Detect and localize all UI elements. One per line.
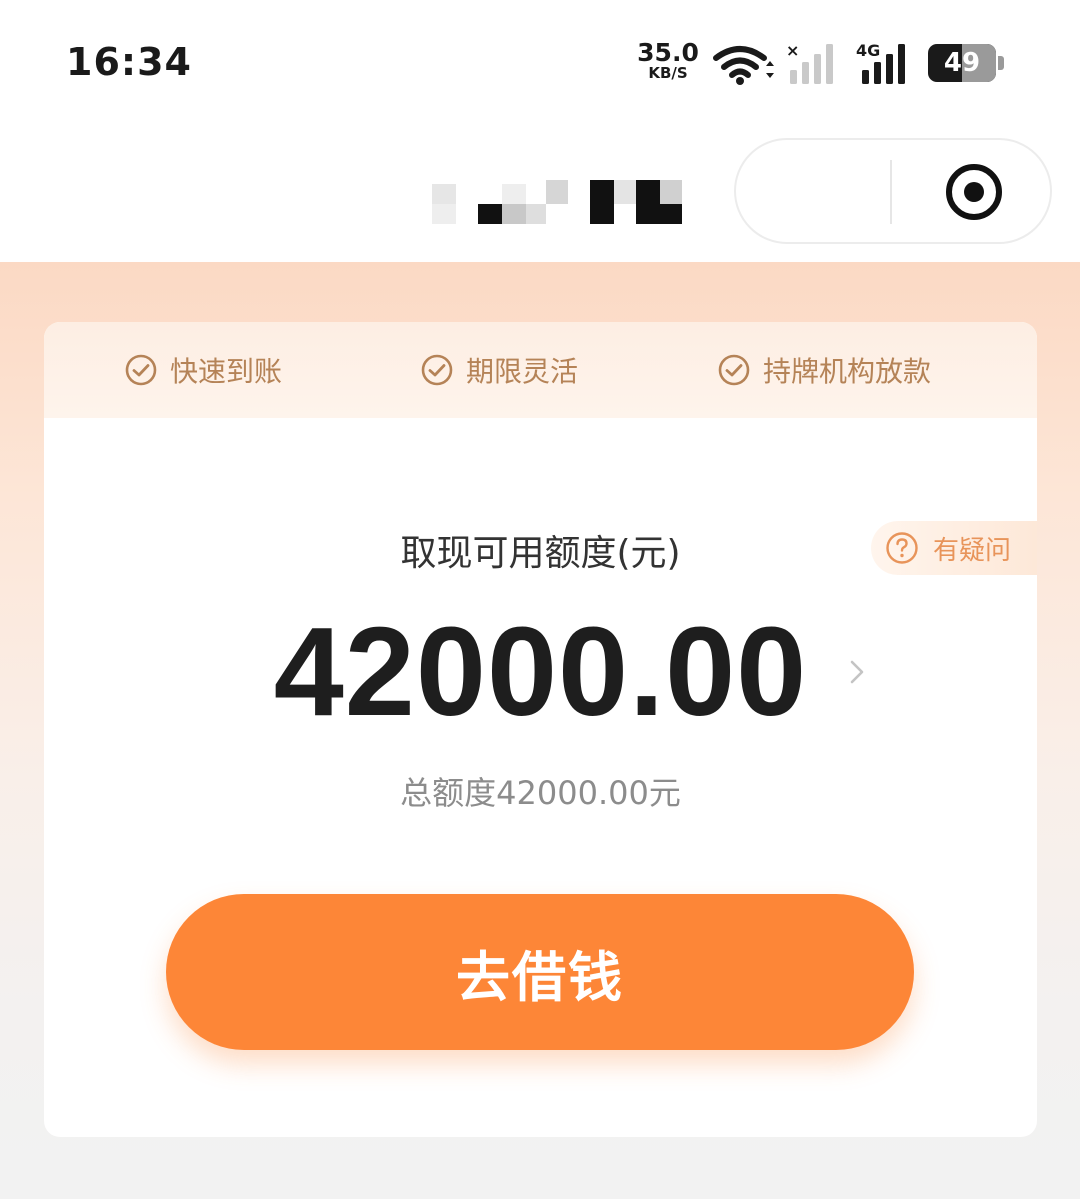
question-circle-icon xyxy=(886,532,918,564)
feature-label: 期限灵活 xyxy=(466,355,579,388)
feature-item-flexible-term: 期限灵活 xyxy=(420,350,578,390)
available-amount: 42000.00 xyxy=(273,601,808,742)
feature-strip: 快速到账 期限灵活 持牌机构放款 xyxy=(44,322,1037,418)
page-title-obscured xyxy=(428,180,688,228)
svg-text:×: × xyxy=(786,41,799,60)
status-time: 16:34 xyxy=(66,40,192,84)
status-bar: 16:34 35.0 KB/S × 4G 49 xyxy=(0,0,1080,125)
check-circle-icon xyxy=(421,354,453,386)
borrow-button-label: 去借钱 xyxy=(456,945,624,1009)
feature-item-fast-arrival: 快速到账 xyxy=(124,350,282,390)
check-circle-icon xyxy=(125,354,157,386)
battery-icon: 49 xyxy=(928,44,1004,82)
miniapp-capsule xyxy=(734,138,1052,244)
network-speed: 35.0 KB/S xyxy=(636,40,700,81)
feature-label: 快速到账 xyxy=(170,355,283,388)
wifi-icon xyxy=(713,46,774,85)
battery-level: 49 xyxy=(943,48,981,78)
available-amount-row[interactable]: 42000.00 xyxy=(44,607,1037,737)
chevron-right-icon xyxy=(850,660,864,684)
help-label: 有疑问 xyxy=(933,535,1012,566)
feature-label: 持牌机构放款 xyxy=(763,355,932,388)
network-speed-value: 35.0 xyxy=(637,38,699,67)
feature-item-licensed-lender: 持牌机构放款 xyxy=(717,350,931,390)
signal-4g-icon: 4G xyxy=(856,41,905,84)
capsule-divider xyxy=(890,160,892,224)
network-type-label: 4G xyxy=(856,41,880,60)
signal-sim1-icon: × xyxy=(786,41,833,84)
credit-card-panel: 快速到账 期限灵活 持牌机构放款 取现可用额度(元) 有疑问 42000.00 xyxy=(44,322,1037,1137)
help-button[interactable]: 有疑问 xyxy=(871,521,1037,575)
borrow-button[interactable]: 去借钱 xyxy=(166,894,914,1050)
close-miniapp-icon[interactable] xyxy=(944,162,1004,222)
network-speed-unit: KB/S xyxy=(648,64,688,82)
total-credit-label: 总额度42000.00元 xyxy=(400,774,681,812)
check-circle-icon xyxy=(718,354,750,386)
